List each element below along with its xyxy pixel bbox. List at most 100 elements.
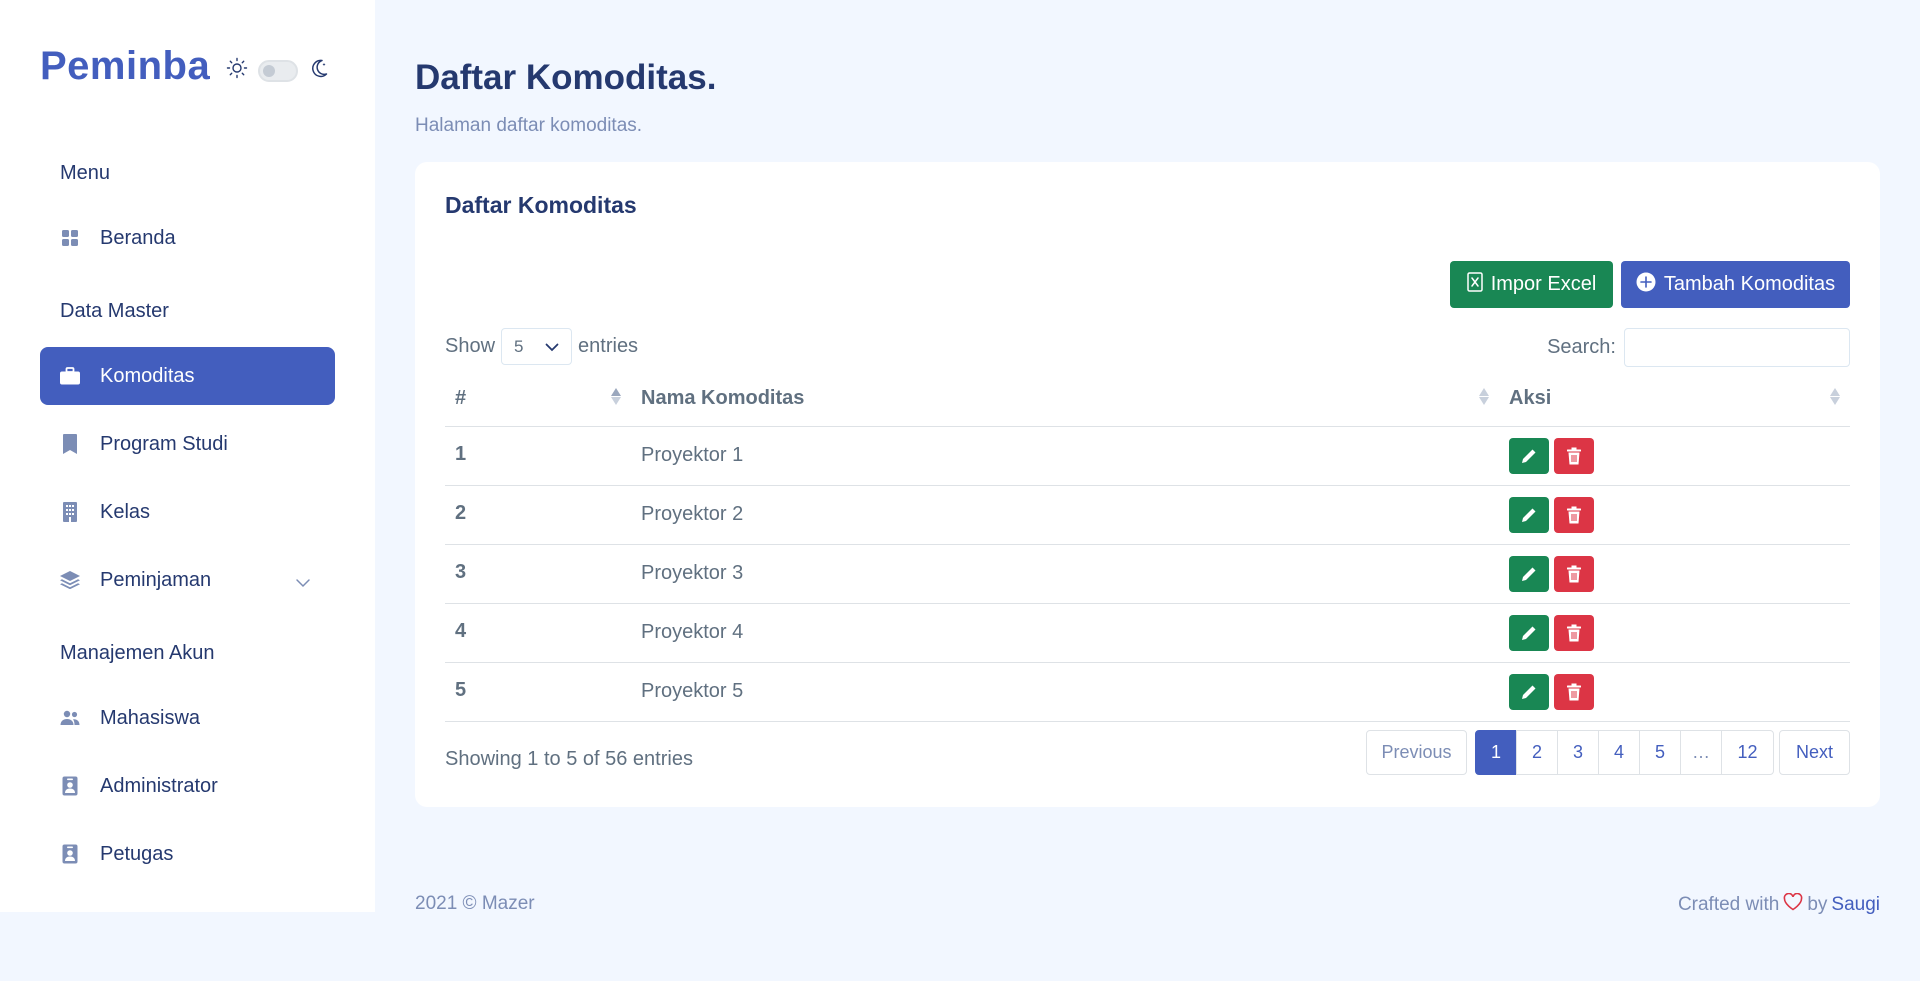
briefcase-icon [60, 366, 80, 386]
column-header-label: # [455, 387, 467, 410]
row-number: 4 [445, 603, 631, 663]
page-title: Daftar Komoditas. [415, 58, 717, 97]
moon-icon [308, 57, 330, 84]
row-name: Proyektor 1 [631, 426, 1499, 486]
pagination-ellipsis: … [1680, 730, 1722, 775]
brand-row: Peminba [40, 44, 330, 89]
import-excel-button[interactable]: Impor Excel [1450, 261, 1613, 308]
sidebar-item-label: Peminjaman [100, 568, 212, 591]
column-header-label: Nama Komoditas [641, 387, 805, 410]
trash-icon [1567, 624, 1581, 641]
sidebar-item-peminjaman[interactable]: Peminjaman [40, 551, 335, 609]
sidebar: Peminba Menu Beranda Data Master Komodit… [0, 0, 375, 912]
sidebar-item-beranda[interactable]: Beranda [40, 209, 335, 267]
delete-button[interactable] [1554, 496, 1594, 533]
pagination-page-1[interactable]: 1 [1475, 730, 1517, 775]
column-header-number[interactable]: # [445, 372, 631, 427]
pencil-icon [1522, 685, 1536, 699]
section-title-manajemen-akun: Manajemen Akun [60, 642, 215, 664]
heart-icon [1783, 892, 1803, 917]
pagination-page-2[interactable]: 2 [1516, 730, 1558, 775]
trash-icon [1567, 565, 1581, 582]
row-actions [1509, 496, 1850, 533]
card-title: Daftar Komoditas [445, 192, 637, 218]
section-title-data-master: Data Master [60, 300, 169, 322]
row-actions [1509, 555, 1850, 592]
pencil-icon [1522, 449, 1536, 463]
table-info: Showing 1 to 5 of 56 entries [445, 748, 693, 770]
search-input[interactable] [1624, 328, 1850, 367]
pagination-next[interactable]: Next [1779, 730, 1850, 775]
edit-button[interactable] [1509, 555, 1549, 592]
sort-icon [1830, 388, 1840, 405]
sidebar-item-mahasiswa[interactable]: Mahasiswa [40, 689, 335, 747]
sidebar-item-komoditas[interactable]: Komoditas [40, 347, 335, 405]
pencil-icon [1522, 626, 1536, 640]
file-excel-icon [1466, 271, 1483, 298]
sidebar-item-kelas[interactable]: Kelas [40, 483, 335, 541]
column-header-name[interactable]: Nama Komoditas [631, 372, 1499, 427]
page-subtitle: Halaman daftar komoditas. [415, 115, 643, 136]
sort-icon [1479, 388, 1489, 405]
sidebar-item-administrator[interactable]: Administrator [40, 757, 335, 815]
add-komoditas-label: Tambah Komoditas [1663, 273, 1836, 295]
trash-icon [1567, 447, 1581, 464]
delete-button[interactable] [1554, 437, 1594, 474]
sidebar-item-program-studi[interactable]: Program Studi [40, 415, 335, 473]
layers-icon [60, 570, 80, 590]
people-icon [60, 708, 80, 728]
delete-button[interactable] [1554, 614, 1594, 651]
sidebar-item-label: Komoditas [100, 364, 195, 387]
column-header-aksi[interactable]: Aksi [1499, 372, 1850, 427]
footer-copyright: 2021 © Mazer [415, 893, 535, 914]
pagination-page-4[interactable]: 4 [1598, 730, 1640, 775]
pagination-page-3[interactable]: 3 [1557, 730, 1599, 775]
import-excel-label: Impor Excel [1490, 273, 1597, 295]
pagination-page-12[interactable]: 12 [1721, 730, 1774, 775]
search-label: Search: [1547, 336, 1616, 358]
pagination-previous[interactable]: Previous [1366, 730, 1467, 775]
page-length-select[interactable]: 5 [501, 328, 573, 365]
row-name: Proyektor 4 [631, 603, 1499, 663]
building-icon [60, 502, 80, 522]
komoditas-table: # Nama Komoditas Aksi 1 Proyektor 1 2 Pr… [445, 372, 1850, 722]
dark-mode-switch[interactable] [258, 59, 299, 82]
pencil-icon [1522, 508, 1536, 522]
row-actions [1509, 437, 1850, 474]
pagination-page-5[interactable]: 5 [1639, 730, 1681, 775]
show-label: Show [445, 335, 496, 357]
table-row: 1 Proyektor 1 [445, 426, 1850, 486]
sidebar-item-label: Program Studi [100, 432, 228, 455]
pagination: Previous 1 2 3 4 5 … 12 Next [1366, 730, 1850, 775]
page-length-value: 5 [514, 336, 524, 356]
chevron-down-icon [295, 571, 311, 594]
delete-button[interactable] [1554, 555, 1594, 592]
edit-button[interactable] [1509, 673, 1549, 710]
row-name: Proyektor 3 [631, 544, 1499, 604]
person-badge-icon [60, 776, 80, 796]
edit-button[interactable] [1509, 437, 1549, 474]
add-komoditas-button[interactable]: Tambah Komoditas [1621, 261, 1850, 308]
row-number: 3 [445, 544, 631, 604]
sidebar-item-petugas[interactable]: Petugas [40, 825, 335, 883]
column-header-label: Aksi [1509, 387, 1552, 410]
footer-credits: Crafted with by Saugi [1678, 892, 1880, 917]
edit-button[interactable] [1509, 614, 1549, 651]
sidebar-item-label: Mahasiswa [100, 706, 201, 729]
person-badge-icon [60, 844, 80, 864]
table-row: 4 Proyektor 4 [445, 603, 1850, 663]
bookmark-icon [60, 434, 80, 454]
sidebar-item-label: Kelas [100, 500, 151, 523]
edit-button[interactable] [1509, 496, 1549, 533]
table-row: 5 Proyektor 5 [445, 662, 1850, 722]
brand-logo[interactable]: Peminba [40, 44, 210, 89]
theme-toggle [226, 57, 330, 84]
row-number: 1 [445, 426, 631, 486]
delete-button[interactable] [1554, 673, 1594, 710]
grid-icon [60, 228, 80, 248]
sidebar-item-label: Beranda [100, 226, 176, 249]
table-row: 2 Proyektor 2 [445, 485, 1850, 545]
row-actions [1509, 614, 1850, 651]
footer-author-link[interactable]: Saugi [1831, 894, 1880, 916]
entries-label: entries [578, 335, 639, 357]
